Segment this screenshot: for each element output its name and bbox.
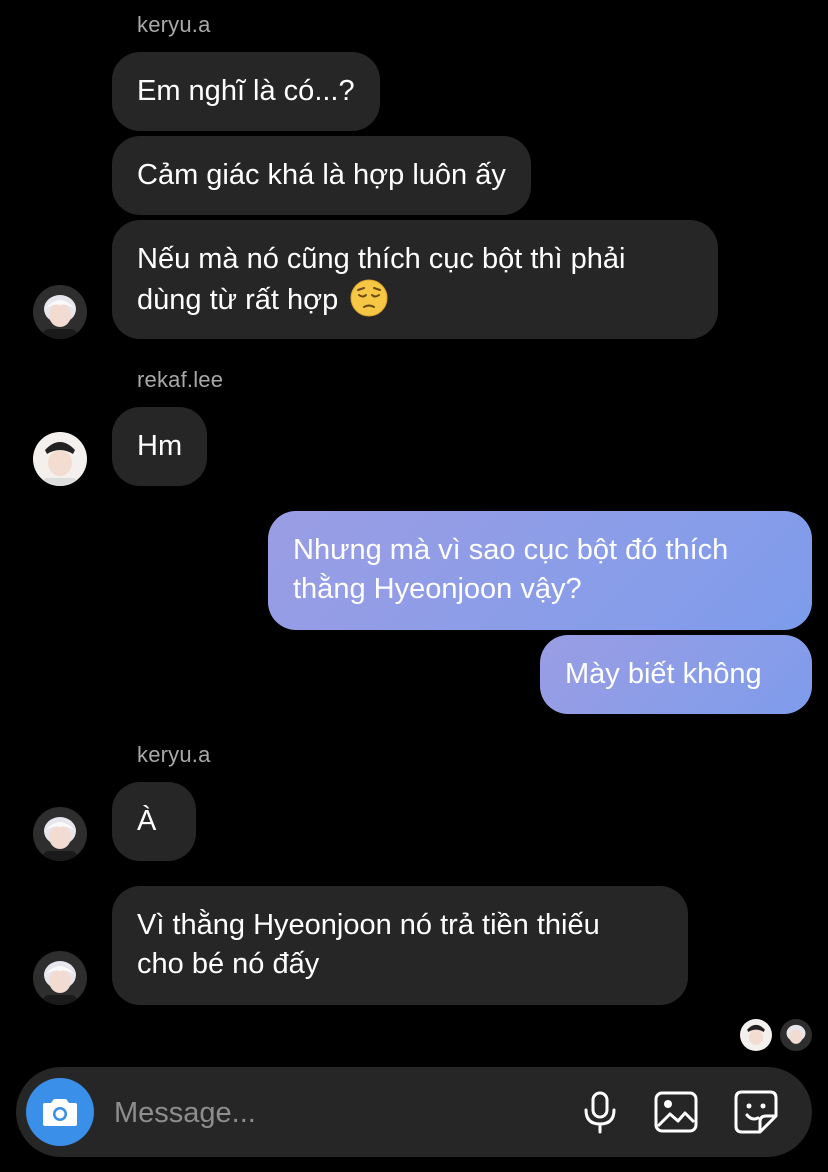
message-bubble-outgoing[interactable]: Nhưng mà vì sao cục bột đó thích thằng H… — [268, 511, 812, 630]
seen-avatar-keryu — [780, 1019, 812, 1051]
message-text-line: Vì thằng Hyeonjoon nó trả tiền thiếu — [137, 909, 600, 941]
gallery-icon[interactable] — [652, 1088, 700, 1136]
message-bubble-incoming[interactable]: À — [112, 782, 196, 861]
sender-name: rekaf.lee — [137, 367, 224, 392]
sender-name: keryu.a — [137, 12, 211, 37]
message-bubble-incoming[interactable]: Vì thằng Hyeonjoon nó trả tiền thiếu cho… — [112, 886, 688, 1005]
chat-screen: keryu.a Em nghĩ là có...? Cảm giác khá l… — [0, 0, 828, 1172]
message-composer — [16, 1067, 812, 1157]
seen-avatar-rekaf — [740, 1019, 772, 1051]
sticker-icon[interactable] — [732, 1088, 780, 1136]
message-bubble-incoming[interactable]: Hm — [112, 407, 208, 486]
message-text-line: Nếu mà nó cũng thích cục bột thì phải — [137, 243, 626, 275]
message-bubble-outgoing[interactable]: Mày biết không — [540, 635, 812, 714]
message-text-line: Nhưng mà vì sao cục bột đó thích — [293, 534, 729, 566]
message-text-line: thằng Hyeonjoon vậy? — [293, 573, 582, 605]
seen-by-avatars — [740, 1019, 812, 1051]
pensive-face-emoji — [350, 279, 388, 328]
camera-icon — [43, 1099, 77, 1126]
microphone-icon[interactable] — [576, 1088, 624, 1136]
message-text: Mày biết không — [565, 658, 762, 690]
message-bubble-incoming[interactable]: Em nghĩ là có...? — [112, 52, 380, 131]
sender-name: keryu.a — [137, 742, 211, 767]
avatar-keryu[interactable] — [33, 951, 87, 1005]
message-text: Em nghĩ là có...? — [137, 75, 355, 107]
message-bubble-incoming[interactable]: Cảm giác khá là hợp luôn ấy — [112, 136, 531, 215]
message-text: Cảm giác khá là hợp luôn ấy — [137, 159, 506, 191]
avatar-keryu[interactable] — [33, 285, 87, 339]
message-text: Hm — [137, 430, 183, 462]
message-text-line: cho bé nó đấy — [137, 948, 320, 980]
avatar-keryu[interactable] — [33, 807, 87, 861]
message-text: À — [137, 805, 157, 837]
message-bubble-incoming[interactable]: Nếu mà nó cũng thích cục bột thì phải dù… — [112, 220, 718, 339]
camera-button[interactable] — [26, 1078, 94, 1146]
message-text-line: dùng từ rất hợp — [137, 284, 339, 316]
avatar-rekaf[interactable] — [33, 432, 87, 486]
message-input[interactable] — [112, 1091, 556, 1135]
